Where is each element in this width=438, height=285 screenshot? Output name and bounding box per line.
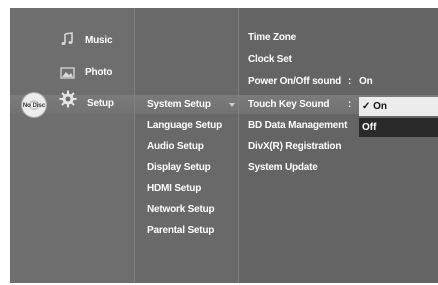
setup-item-network[interactable]: Network Setup (147, 203, 215, 217)
option-off[interactable]: Off (359, 118, 438, 137)
setup-item-audio[interactable]: Audio Setup (147, 140, 204, 154)
setup-item-hdmi[interactable]: HDMI Setup (147, 182, 201, 196)
menu-item-music[interactable]: Music (85, 34, 113, 48)
chevron-down-icon (229, 103, 235, 107)
menu-item-setup[interactable]: Setup (87, 97, 114, 111)
option-on[interactable]: ✓ On (359, 97, 438, 116)
option-off-label: Off (362, 122, 377, 133)
photo-icon (60, 67, 75, 79)
setup-item-parental[interactable]: Parental Setup (147, 224, 214, 238)
menu-item-photo[interactable]: Photo (85, 66, 113, 80)
system-item-power-sound[interactable]: Power On/Off sound (248, 75, 341, 89)
touch-key-options-popup: ✓ On Off (359, 97, 438, 137)
option-on-label: ✓ On (362, 101, 388, 112)
main-menu-column (10, 8, 134, 283)
setup-item-system[interactable]: System Setup (147, 98, 211, 112)
system-item-bd-data[interactable]: BD Data Management (248, 119, 347, 133)
system-item-update[interactable]: System Update (248, 161, 318, 175)
system-item-divx[interactable]: DivX(R) Registration (248, 140, 341, 154)
gear-icon (59, 90, 77, 108)
column-divider (134, 8, 135, 283)
colon-separator: : (348, 76, 352, 87)
music-note-icon (61, 32, 73, 45)
system-item-touch-key-sound[interactable]: Touch Key Sound (248, 98, 329, 112)
system-item-clock-set[interactable]: Clock Set (248, 53, 292, 67)
column-divider (238, 8, 239, 283)
no-disc-label: No Disc (22, 103, 46, 109)
colon-separator: : (348, 99, 352, 110)
setup-item-language[interactable]: Language Setup (147, 119, 222, 133)
power-sound-value: On (359, 76, 373, 87)
setup-item-display[interactable]: Display Setup (147, 161, 211, 175)
system-item-time-zone[interactable]: Time Zone (248, 31, 296, 45)
setup-screen: No Disc Music Photo Setup System Setup L… (10, 8, 438, 283)
